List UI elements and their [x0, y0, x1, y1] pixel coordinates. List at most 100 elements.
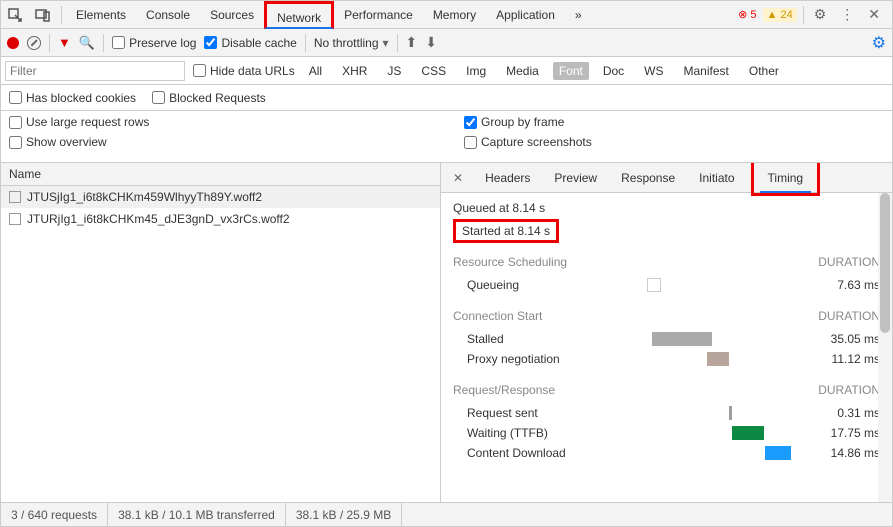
timing-row: Waiting (TTFB) 17.75 ms: [453, 423, 880, 443]
blocked-requests-checkbox[interactable]: Blocked Requests: [152, 91, 266, 105]
divider: [103, 34, 104, 52]
settings-icon[interactable]: ⚙: [810, 6, 831, 23]
record-button[interactable]: [7, 37, 19, 49]
close-devtools-icon[interactable]: ✕: [864, 6, 884, 23]
timing-bar: [647, 352, 810, 366]
timing-value: 7.63 ms: [810, 278, 880, 292]
tab-more[interactable]: »: [565, 1, 592, 29]
timing-label: Request sent: [467, 406, 647, 420]
duration-label: DURATION: [818, 255, 880, 269]
request-row[interactable]: JTURjIg1_i6t8kCHKm45_dJE3gnD_vx3rCs.woff…: [1, 208, 440, 230]
preserve-log-checkbox[interactable]: Preserve log: [112, 36, 196, 50]
disable-cache-checkbox[interactable]: Disable cache: [204, 36, 296, 50]
group-by-frame-checkbox[interactable]: Group by frame: [464, 115, 884, 129]
tab-preview[interactable]: Preview: [546, 163, 605, 193]
type-img[interactable]: Img: [460, 62, 492, 80]
tab-performance[interactable]: Performance: [334, 1, 423, 29]
inspect-icon[interactable]: [1, 1, 29, 29]
timing-bar: [647, 406, 810, 420]
detail-tabs: ✕ Headers Preview Response Initiato Timi…: [441, 163, 892, 193]
type-css[interactable]: CSS: [415, 62, 452, 80]
timing-value: 17.75 ms: [810, 426, 880, 440]
type-doc[interactable]: Doc: [597, 62, 630, 80]
search-icon[interactable]: 🔍: [79, 35, 95, 51]
filter-input[interactable]: [5, 61, 185, 81]
timing-value: 0.31 ms: [810, 406, 880, 420]
close-detail-icon[interactable]: ✕: [447, 171, 469, 185]
duration-label: DURATION: [818, 383, 880, 397]
tab-headers[interactable]: Headers: [477, 163, 538, 193]
capture-screenshots-checkbox[interactable]: Capture screenshots: [464, 135, 884, 149]
timing-panel: Queued at 8.14 s Started at 8.14 s Resou…: [441, 193, 892, 502]
download-har-icon[interactable]: ⬇: [425, 34, 437, 51]
error-badge[interactable]: ⊗ 5: [738, 8, 756, 21]
timing-row: Proxy negotiation 11.12 ms: [453, 349, 880, 369]
divider: [305, 34, 306, 52]
type-xhr[interactable]: XHR: [336, 62, 373, 80]
hide-data-urls-checkbox[interactable]: Hide data URLs: [193, 64, 295, 78]
column-header-name[interactable]: Name: [1, 163, 440, 186]
tab-elements[interactable]: Elements: [66, 1, 136, 29]
request-row[interactable]: JTUSjIg1_i6t8kCHKm459WlhyyTh89Y.woff2: [1, 186, 440, 208]
timing-label: Stalled: [467, 332, 647, 346]
filter-icon[interactable]: ▼: [58, 35, 71, 50]
toolbar-right: ⊗ 5 ▲ 24 ⚙ ⋮ ✕: [738, 6, 892, 24]
divider: [803, 6, 804, 24]
type-js[interactable]: JS: [381, 62, 407, 80]
tab-console[interactable]: Console: [136, 1, 200, 29]
type-manifest[interactable]: Manifest: [678, 62, 735, 80]
tab-sources[interactable]: Sources: [200, 1, 264, 29]
type-ws[interactable]: WS: [638, 62, 669, 80]
network-toolbar: ▼ 🔍 Preserve log Disable cache No thrott…: [1, 29, 892, 57]
show-overview-checkbox[interactable]: Show overview: [9, 135, 149, 149]
duration-label: DURATION: [818, 309, 880, 323]
divider: [49, 34, 50, 52]
options-bar: Use large request rows Show overview Gro…: [1, 111, 892, 163]
network-settings-icon[interactable]: ⚙: [872, 33, 886, 53]
tab-initiator[interactable]: Initiato: [691, 163, 742, 193]
section-title: Resource Scheduling: [453, 255, 567, 269]
warning-badge[interactable]: ▲ 24: [763, 8, 797, 22]
throttling-select[interactable]: No throttling ▾: [314, 36, 389, 50]
timing-value: 11.12 ms: [810, 352, 880, 366]
timing-row: Stalled 35.05 ms: [453, 329, 880, 349]
main-tabs: Elements Console Sources Network Perform…: [66, 1, 592, 29]
options-left: Use large request rows Show overview: [9, 115, 149, 158]
tab-network[interactable]: Network: [264, 1, 334, 29]
request-name: JTURjIg1_i6t8kCHKm45_dJE3gnD_vx3rCs.woff…: [27, 212, 290, 226]
timing-bar: [647, 332, 810, 346]
has-blocked-cookies-checkbox[interactable]: Has blocked cookies: [9, 91, 136, 105]
section-title: Request/Response: [453, 383, 555, 397]
type-font[interactable]: Font: [553, 62, 589, 80]
clear-icon[interactable]: [27, 36, 41, 50]
type-all[interactable]: All: [303, 62, 328, 80]
timing-label: Content Download: [467, 446, 647, 460]
tab-memory[interactable]: Memory: [423, 1, 486, 29]
type-media[interactable]: Media: [500, 62, 545, 80]
timing-row: Content Download 14.86 ms: [453, 443, 880, 463]
status-resources: 38.1 kB / 25.9 MB: [286, 503, 402, 526]
type-other[interactable]: Other: [743, 62, 785, 80]
divider: [397, 34, 398, 52]
timing-bar: [647, 278, 810, 292]
tab-application[interactable]: Application: [486, 1, 565, 29]
divider: [61, 6, 62, 24]
tab-response[interactable]: Response: [613, 163, 683, 193]
request-name: JTUSjIg1_i6t8kCHKm459WlhyyTh89Y.woff2: [27, 190, 262, 204]
scrollbar[interactable]: [878, 193, 892, 502]
kebab-icon[interactable]: ⋮: [836, 6, 858, 23]
device-toggle-icon[interactable]: [29, 1, 57, 29]
detail-pane: ✕ Headers Preview Response Initiato Timi…: [441, 163, 892, 502]
timing-bar: [647, 426, 810, 440]
row-icon: [9, 213, 21, 225]
status-requests: 3 / 640 requests: [1, 503, 108, 526]
row-icon: [9, 191, 21, 203]
scrollbar-thumb[interactable]: [880, 193, 890, 333]
large-rows-checkbox[interactable]: Use large request rows: [9, 115, 149, 129]
started-highlight: Started at 8.14 s: [453, 219, 559, 243]
section-request-response: Request/Response DURATION Request sent 0.…: [453, 383, 880, 463]
status-bar: 3 / 640 requests 38.1 kB / 10.1 MB trans…: [1, 502, 892, 526]
upload-har-icon[interactable]: ⬆: [406, 34, 418, 51]
filter-bar: Hide data URLs All XHR JS CSS Img Media …: [1, 57, 892, 85]
tab-timing[interactable]: Timing: [760, 163, 812, 193]
